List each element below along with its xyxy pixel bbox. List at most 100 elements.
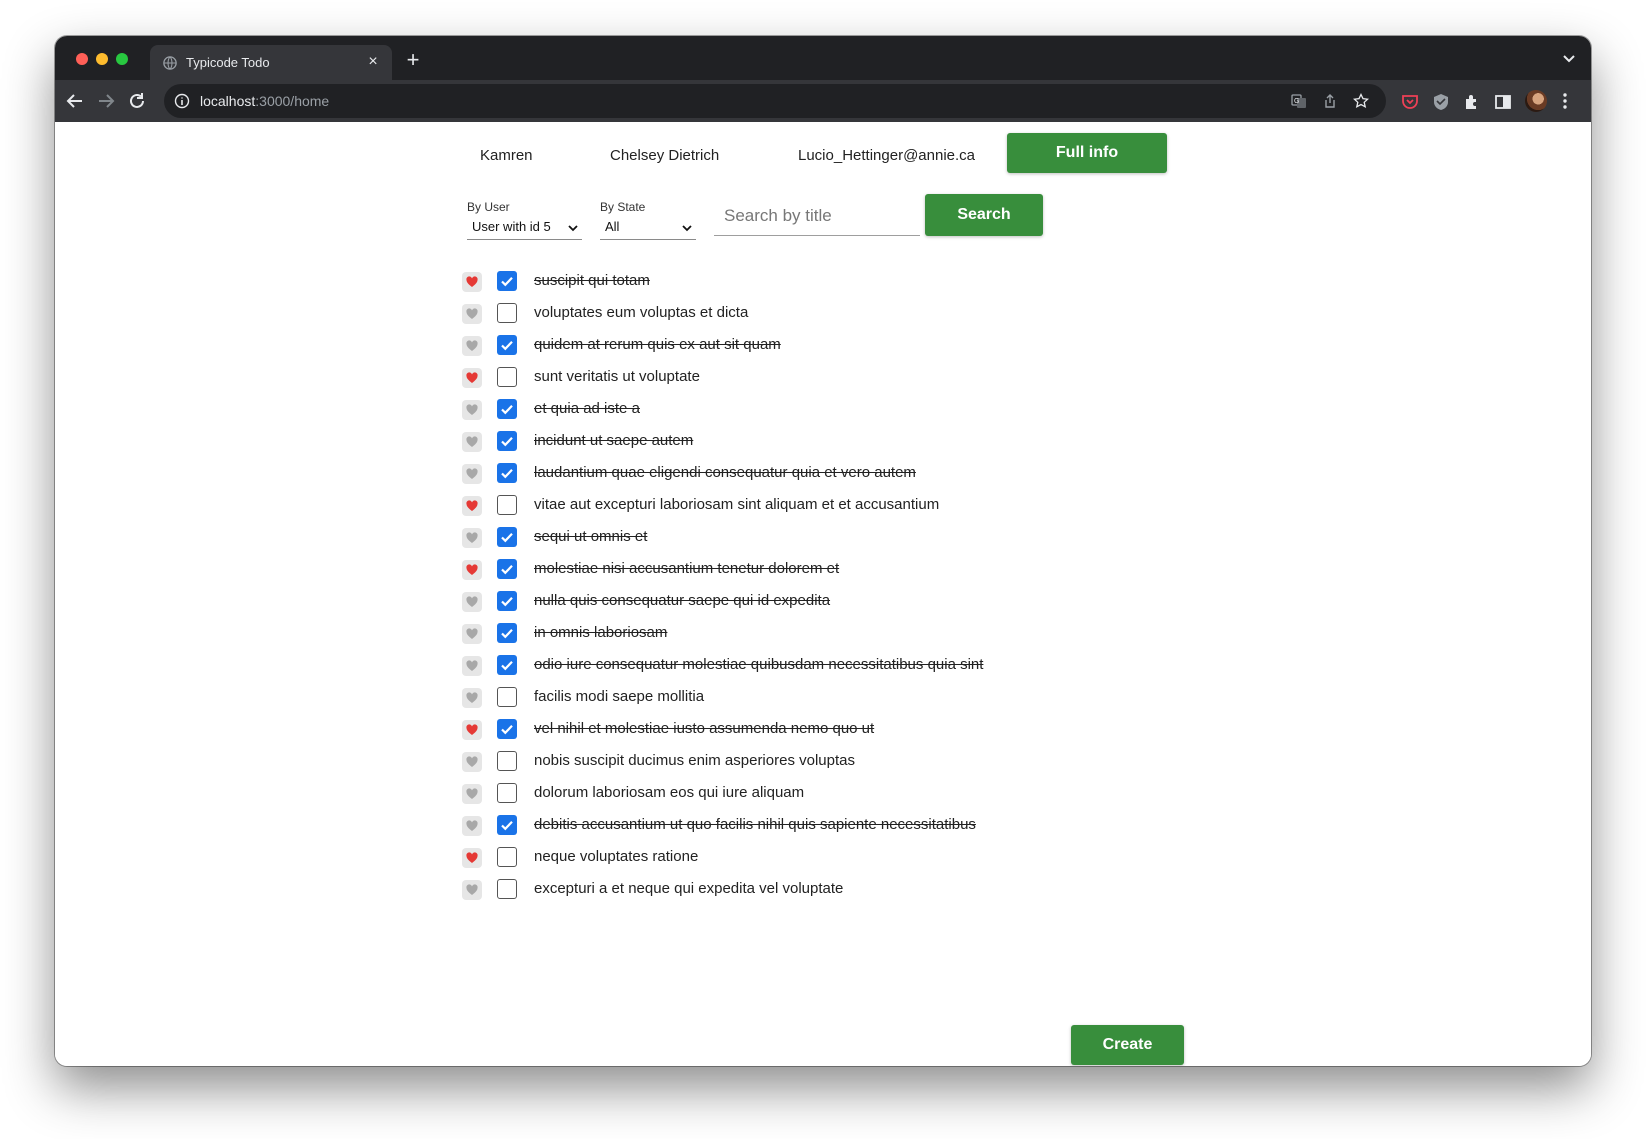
todo-checkbox[interactable] [497, 655, 517, 675]
favorite-toggle[interactable] [462, 400, 482, 420]
todo-checkbox[interactable] [497, 623, 517, 643]
by-state-label: By State [600, 200, 646, 214]
todo-checkbox[interactable] [497, 271, 517, 291]
favorite-toggle[interactable] [462, 848, 482, 868]
heart-icon [466, 628, 478, 639]
shield-icon[interactable] [1432, 93, 1450, 111]
todo-checkbox[interactable] [497, 335, 517, 355]
favorite-toggle[interactable] [462, 272, 482, 292]
minimize-window-button[interactable] [96, 53, 108, 65]
chevron-down-icon [682, 225, 692, 232]
favorite-toggle[interactable] [462, 592, 482, 612]
todo-row: nobis suscipit ducimus enim asperiores v… [462, 747, 1062, 777]
profile-avatar[interactable] [1525, 90, 1547, 112]
checkmark-icon [501, 597, 513, 607]
todo-title: excepturi a et neque qui expedita vel vo… [534, 880, 844, 897]
translate-icon[interactable]: G [1291, 93, 1307, 109]
heart-icon [466, 660, 478, 671]
user-email: Lucio_Hettinger@annie.ca [798, 147, 976, 164]
close-window-button[interactable] [76, 53, 88, 65]
favorite-toggle[interactable] [462, 656, 482, 676]
heart-icon [466, 820, 478, 831]
favorite-toggle[interactable] [462, 752, 482, 772]
favorite-toggle[interactable] [462, 688, 482, 708]
extensions-icon[interactable] [1463, 93, 1481, 111]
todo-checkbox[interactable] [497, 783, 517, 803]
bookmark-star-icon[interactable] [1353, 93, 1369, 109]
by-user-select[interactable]: User with id 5 [467, 216, 582, 240]
todo-row: suscipit qui totam [462, 267, 1062, 297]
checkmark-icon [501, 341, 513, 351]
favorite-toggle[interactable] [462, 624, 482, 644]
favorite-toggle[interactable] [462, 560, 482, 580]
share-icon[interactable] [1322, 93, 1338, 109]
checkmark-icon [501, 565, 513, 575]
create-button[interactable]: Create [1071, 1025, 1184, 1065]
todo-checkbox[interactable] [497, 527, 517, 547]
favorite-toggle[interactable] [462, 336, 482, 356]
favorite-toggle[interactable] [462, 784, 482, 804]
search-placeholder: Search by title [724, 206, 832, 225]
svg-text:G: G [1294, 98, 1299, 105]
todo-title: vel nihil et molestiae iusto assumenda n… [534, 720, 875, 737]
user-info-bar: Kamren Chelsey Dietrich Lucio_Hettinger@… [55, 122, 1591, 182]
checkmark-icon [501, 661, 513, 671]
tab-close-icon[interactable]: × [364, 52, 382, 72]
todo-title: sequi ut omnis et [534, 528, 648, 545]
todo-checkbox[interactable] [497, 751, 517, 771]
todo-checkbox[interactable] [497, 399, 517, 419]
todo-checkbox[interactable] [497, 559, 517, 579]
favorite-toggle[interactable] [462, 432, 482, 452]
todo-checkbox[interactable] [497, 687, 517, 707]
by-state-select[interactable]: All [600, 216, 696, 240]
by-state-value: All [605, 219, 620, 234]
todo-title: odio iure consequatur molestiae quibusda… [534, 656, 984, 673]
todo-checkbox[interactable] [497, 367, 517, 387]
full-info-button[interactable]: Full info [1007, 133, 1167, 173]
favorite-toggle[interactable] [462, 304, 482, 324]
todo-checkbox[interactable] [497, 431, 517, 451]
todo-title: debitis accusantium ut quo facilis nihil… [534, 816, 976, 833]
maximize-window-button[interactable] [116, 53, 128, 65]
todo-checkbox[interactable] [497, 879, 517, 899]
todo-checkbox[interactable] [497, 463, 517, 483]
favorite-toggle[interactable] [462, 368, 482, 388]
tab-search-chevron-icon[interactable] [1561, 50, 1577, 66]
url-path: :3000/home [255, 93, 330, 109]
heart-icon [466, 340, 478, 351]
search-button[interactable]: Search [925, 194, 1043, 236]
favorite-toggle[interactable] [462, 528, 482, 548]
heart-icon [466, 884, 478, 895]
todo-checkbox[interactable] [497, 495, 517, 515]
new-tab-button[interactable]: + [401, 48, 425, 72]
search-input[interactable]: Search by title [714, 196, 920, 236]
back-icon[interactable] [64, 90, 86, 112]
todo-title: laudantium quae eligendi consequatur qui… [534, 464, 916, 481]
heart-icon [466, 468, 478, 479]
todo-row: nulla quis consequatur saepe qui id expe… [462, 587, 1062, 617]
heart-icon [466, 276, 478, 287]
reload-icon[interactable] [126, 90, 148, 112]
favorite-toggle[interactable] [462, 880, 482, 900]
todo-checkbox[interactable] [497, 303, 517, 323]
side-panel-icon[interactable] [1494, 93, 1512, 111]
favorite-toggle[interactable] [462, 464, 482, 484]
browser-tab[interactable]: Typicode Todo × [150, 45, 392, 80]
chevron-down-icon [568, 225, 578, 232]
forward-icon[interactable] [95, 90, 117, 112]
todo-title: incidunt ut saepe autem [534, 432, 694, 449]
todo-checkbox[interactable] [497, 719, 517, 739]
chrome-menu-icon[interactable] [1562, 92, 1568, 110]
todo-checkbox[interactable] [497, 591, 517, 611]
pocket-icon[interactable] [1401, 93, 1419, 111]
todo-checkbox[interactable] [497, 847, 517, 867]
address-bar[interactable]: localhost:3000/home G [164, 84, 1386, 118]
checkmark-icon [501, 533, 513, 543]
todo-checkbox[interactable] [497, 815, 517, 835]
checkmark-icon [501, 821, 513, 831]
site-info-icon[interactable] [174, 93, 190, 109]
favorite-toggle[interactable] [462, 720, 482, 740]
favorite-toggle[interactable] [462, 816, 482, 836]
page-content: Kamren Chelsey Dietrich Lucio_Hettinger@… [55, 122, 1591, 1066]
favorite-toggle[interactable] [462, 496, 482, 516]
